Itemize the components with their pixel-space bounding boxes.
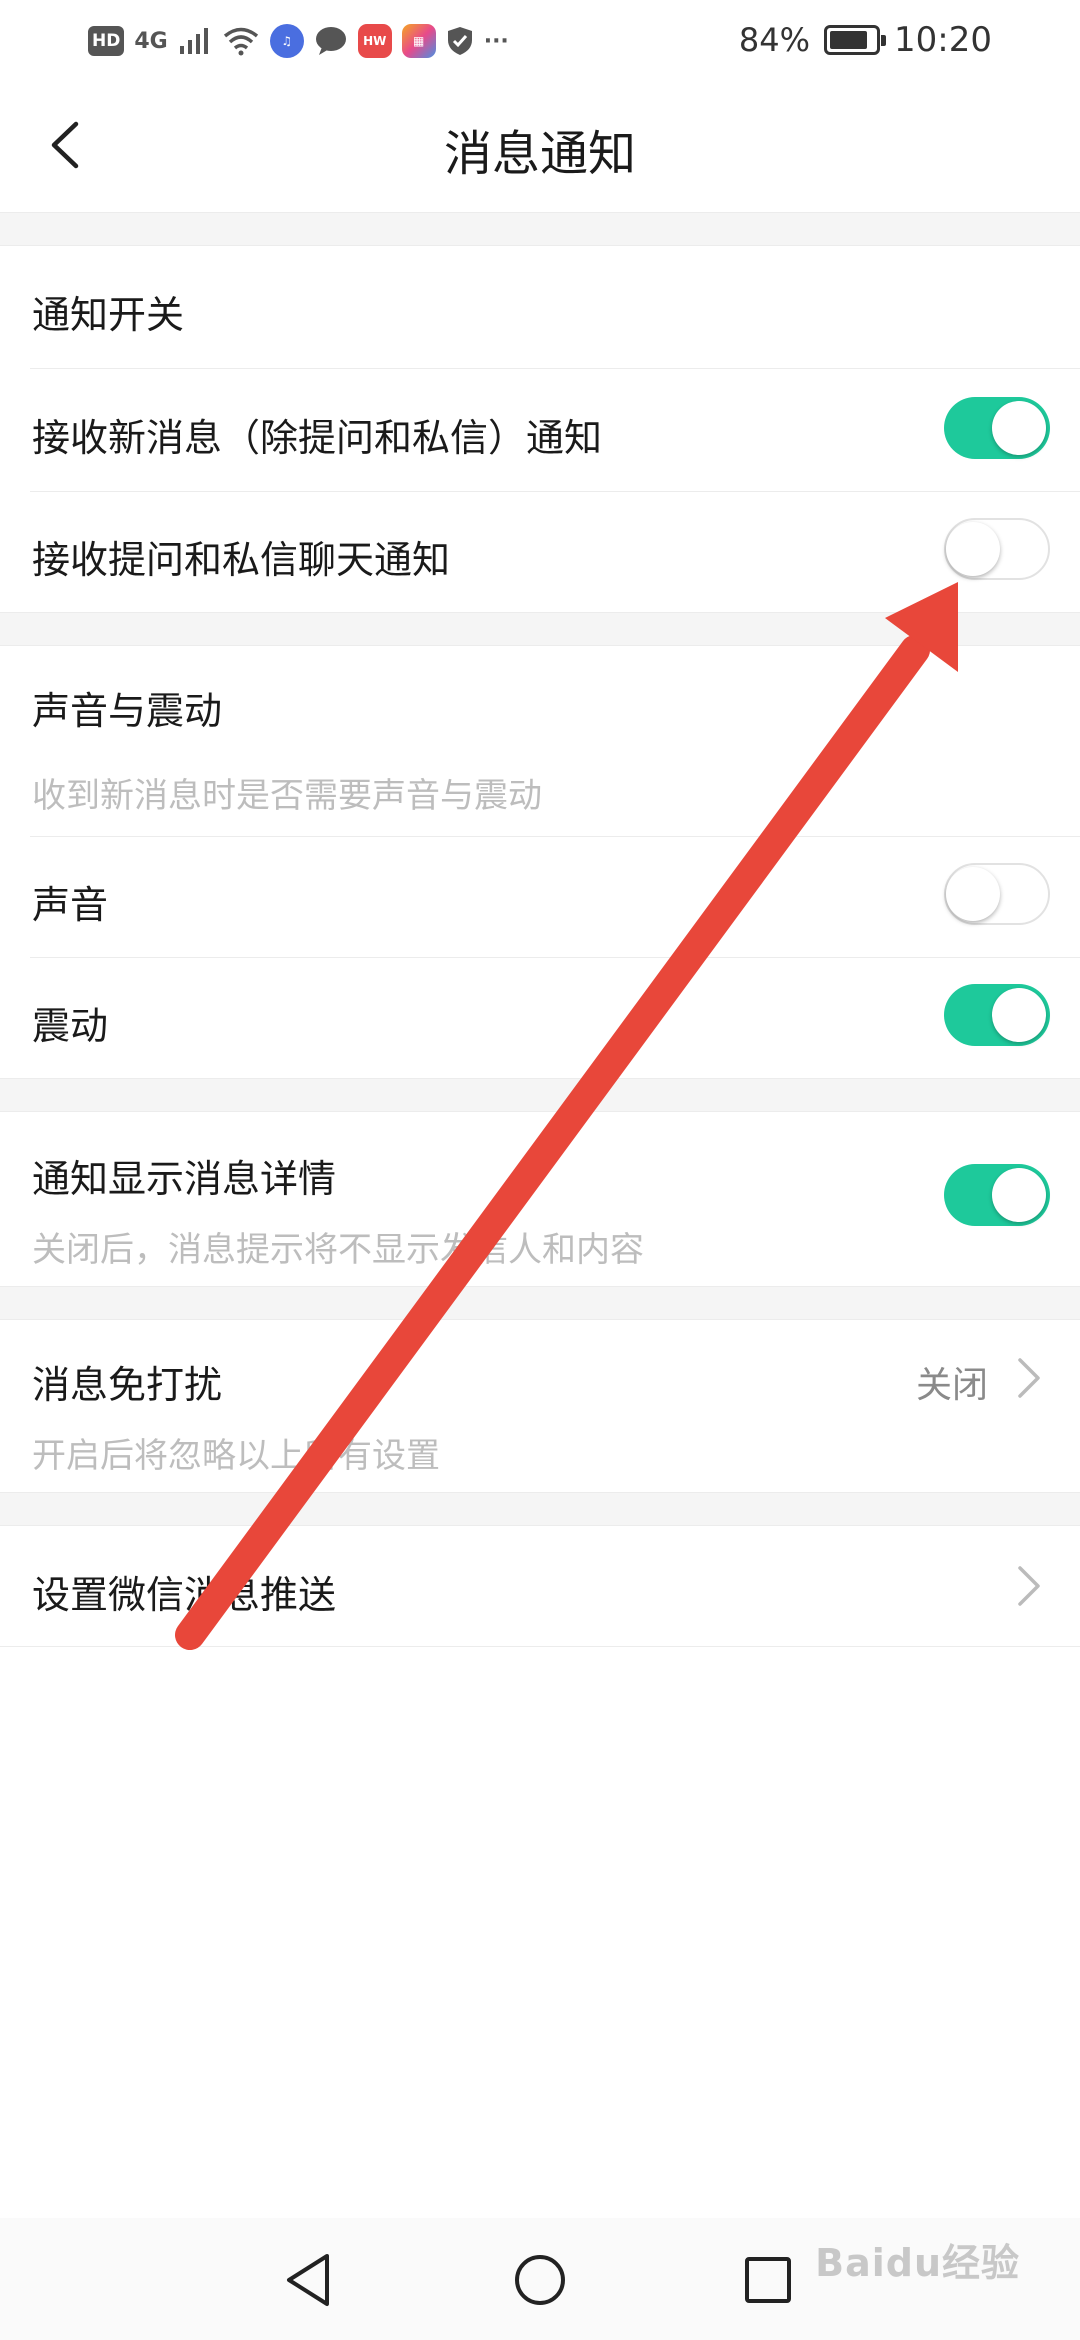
section-subtitle: 收到新消息时是否需要声音与震动 xyxy=(32,776,542,816)
square-recents-icon xyxy=(745,2257,791,2303)
status-bar: HD 4G ♫ HW ▦ ··· 84% 10:20 xyxy=(0,0,1080,80)
new-messages-toggle[interactable] xyxy=(944,397,1050,459)
setting-label: 接收提问和私信聊天通知 xyxy=(32,538,451,582)
triangle-back-icon xyxy=(287,2254,329,2306)
battery-icon xyxy=(824,25,887,55)
section-title: 通知开关 xyxy=(32,293,185,337)
toggle-knob xyxy=(992,1168,1046,1222)
watermark: Baidu经验 xyxy=(815,2241,1020,2285)
setting-label: 消息免打扰 xyxy=(32,1363,223,1407)
question-dm-toggle[interactable] xyxy=(944,518,1050,580)
toggle-knob xyxy=(946,522,1000,576)
sound-toggle[interactable] xyxy=(944,863,1050,925)
battery-percentage: 84% xyxy=(738,21,811,59)
setting-row-wechat-push[interactable]: 设置微信消息推送 xyxy=(0,1526,1080,1646)
setting-row-show-details[interactable]: 通知显示消息详情 关闭后，消息提示将不显示发信人和内容 xyxy=(0,1112,1080,1286)
setting-row-new-messages[interactable]: 接收新消息（除提问和私信）通知 xyxy=(0,369,1080,491)
clock: 10:20 xyxy=(894,20,992,60)
setting-label: 设置微信消息推送 xyxy=(32,1573,337,1617)
section-header-sound-vibration: 声音与震动 收到新消息时是否需要声音与震动 xyxy=(0,646,1080,836)
setting-label: 接收新消息（除提问和私信）通知 xyxy=(32,416,603,460)
setting-row-question-dm[interactable]: 接收提问和私信聊天通知 xyxy=(0,492,1080,612)
chevron-right-icon xyxy=(1018,1358,1040,1398)
section-header-notification-switch: 通知开关 xyxy=(0,246,1080,368)
music-app-icon: ♫ xyxy=(269,24,304,58)
setting-row-vibration[interactable]: 震动 xyxy=(0,958,1080,1078)
status-icons-right: 84% 10:20 xyxy=(739,18,992,62)
battery-fill xyxy=(830,31,867,49)
setting-label: 通知显示消息详情 xyxy=(32,1157,337,1201)
huawei-store-icon: HW xyxy=(357,24,392,58)
dnd-status-value: 关闭 xyxy=(915,1365,988,1406)
setting-row-do-not-disturb[interactable]: 消息免打扰 开启后将忽略以上所有设置 关闭 xyxy=(0,1320,1080,1492)
wifi-icon xyxy=(223,27,258,56)
toggle-knob xyxy=(946,867,1000,921)
setting-subtitle: 关闭后，消息提示将不显示发信人和内容 xyxy=(32,1230,644,1270)
section-gap xyxy=(0,612,1080,646)
page-title: 消息通知 xyxy=(443,126,636,182)
signal-icon xyxy=(179,28,208,54)
section-gap xyxy=(0,212,1080,246)
network-type: 4G xyxy=(134,28,168,54)
chat-bubble-icon xyxy=(315,27,346,55)
status-icons-left: HD 4G ♫ HW ▦ ··· xyxy=(88,20,509,62)
divider xyxy=(0,1646,1080,1647)
chevron-right-icon xyxy=(1018,1566,1040,1606)
section-gap xyxy=(0,1078,1080,1112)
section-gap xyxy=(0,1286,1080,1320)
vibration-toggle[interactable] xyxy=(944,984,1050,1046)
setting-subtitle: 开启后将忽略以上所有设置 xyxy=(32,1436,440,1476)
toggle-knob xyxy=(992,988,1046,1042)
show-details-toggle[interactable] xyxy=(944,1164,1050,1226)
app-header: 消息通知 xyxy=(0,80,1080,212)
gallery-app-icon: ▦ xyxy=(401,24,436,58)
setting-row-sound[interactable]: 声音 xyxy=(0,837,1080,957)
shield-icon xyxy=(447,27,472,55)
toggle-knob xyxy=(992,401,1046,455)
nav-back-button[interactable] xyxy=(268,2240,348,2320)
nav-recents-button[interactable] xyxy=(728,2240,808,2320)
section-title: 声音与震动 xyxy=(32,689,223,733)
setting-label: 震动 xyxy=(32,1004,109,1048)
circle-home-icon xyxy=(515,2255,565,2305)
more-notifications-icon: ··· xyxy=(483,28,509,54)
hd-badge: HD xyxy=(88,26,125,56)
setting-label: 声音 xyxy=(32,883,109,927)
nav-home-button[interactable] xyxy=(500,2240,580,2320)
section-gap xyxy=(0,1492,1080,1526)
